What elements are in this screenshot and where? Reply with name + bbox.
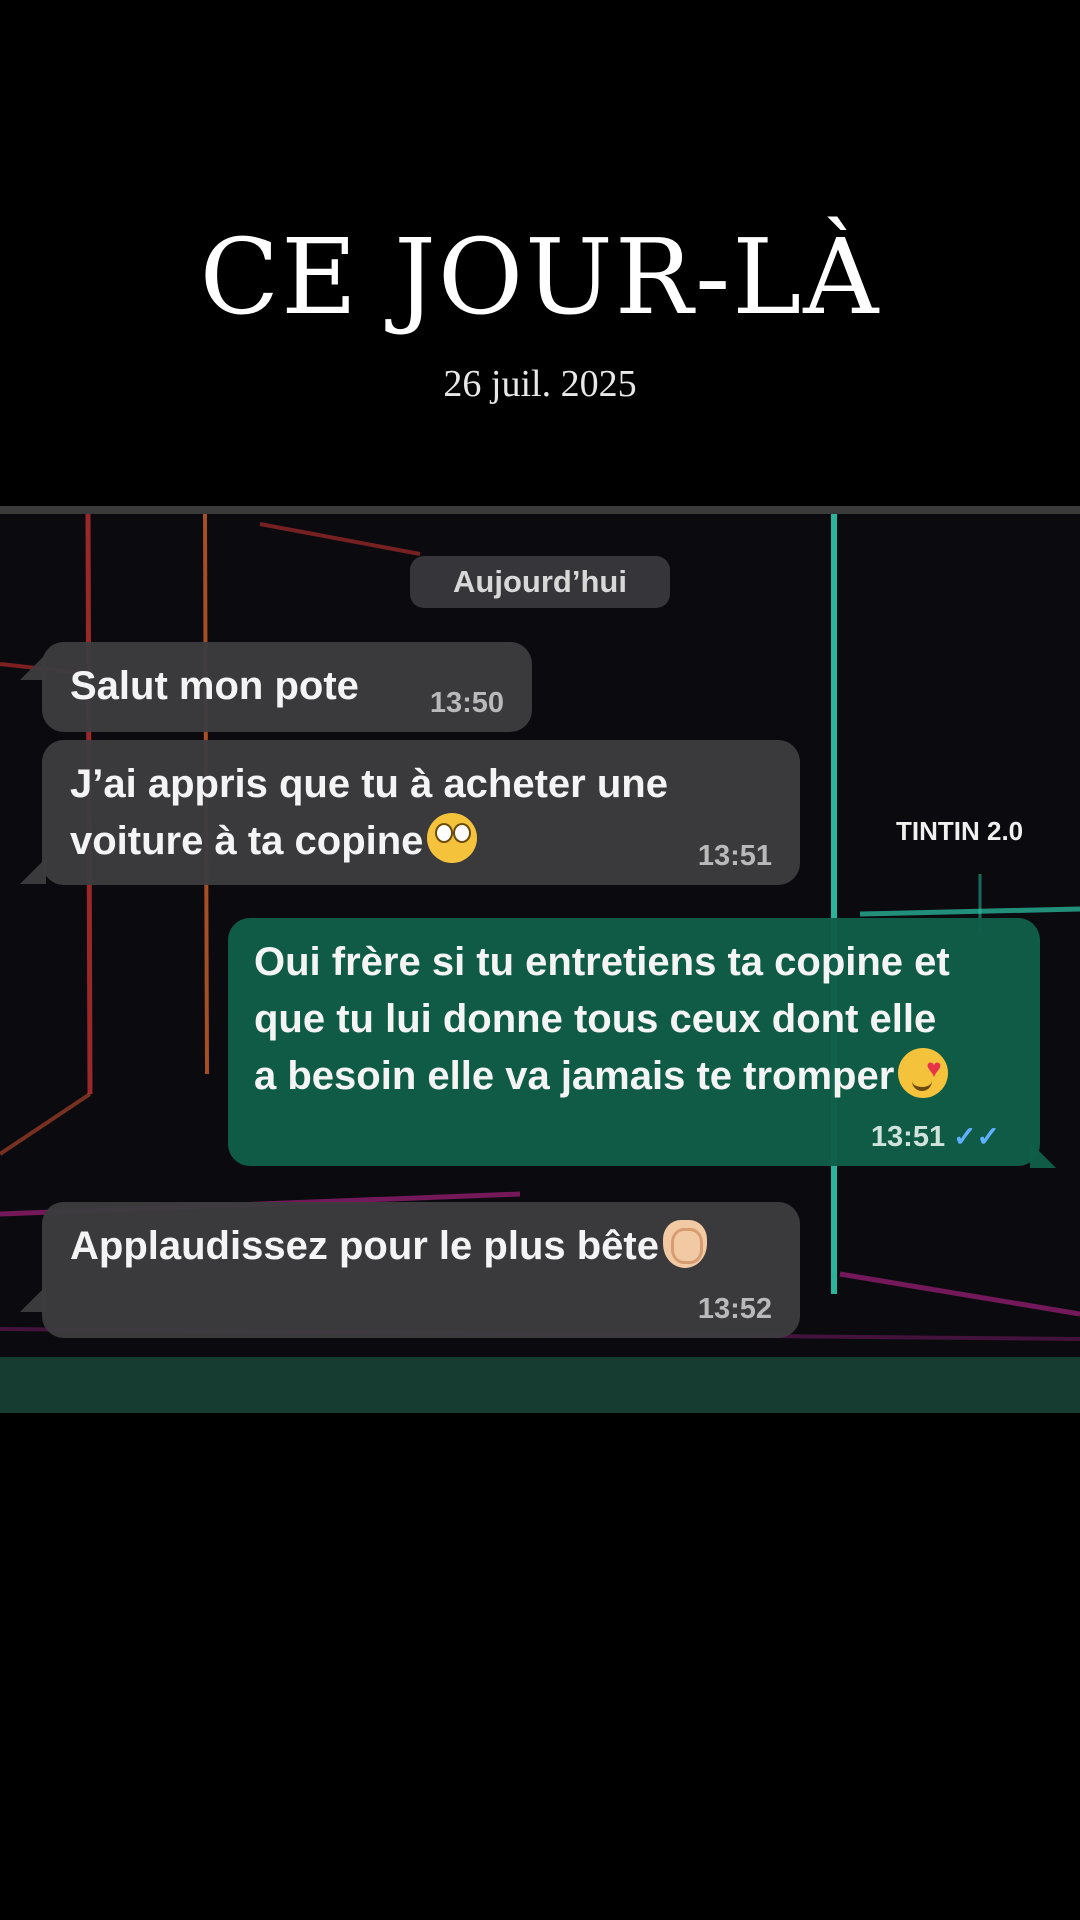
message-text: Salut mon pote: [70, 664, 359, 708]
message-status: 13:51 ✓✓: [871, 1123, 1000, 1152]
watermark: TINTIN 2.0: [896, 816, 1024, 846]
clapping-hands-icon: [662, 1220, 707, 1268]
message-time: 13:51: [870, 1121, 946, 1153]
chat-input-bar: [0, 1357, 1080, 1413]
message-bubble-incoming[interactable]: Salut mon pote 13:50: [42, 642, 532, 732]
smiling-face-with-hearts-icon: [898, 1040, 949, 1098]
message-text: J’ai appris que tu à acheter une voiture…: [70, 762, 668, 863]
message-bubble-incoming[interactable]: J’ai appris que tu à acheter une voiture…: [42, 740, 800, 885]
message-time: 13:51: [697, 840, 772, 872]
date-separator: Aujourd’hui: [410, 556, 670, 608]
memory-header: CE JOUR-LÀ 26 juil. 2025: [0, 0, 1080, 500]
face-with-rolling-eyes-icon: [427, 813, 478, 863]
memory-title: CE JOUR-LÀ: [199, 216, 881, 338]
chat-screenshot: Aujourd’hui TINTIN 2.0 Salut mon pote 13…: [0, 506, 1080, 1413]
message-text: Applaudissez pour le plus bête: [70, 1224, 659, 1268]
double-check-icon: ✓✓: [953, 1121, 1000, 1152]
message-time: 13:50: [429, 687, 504, 719]
message-bubble-incoming[interactable]: Applaudissez pour le plus bête 13:52: [42, 1202, 800, 1338]
memory-date: 26 juil. 2025: [443, 363, 637, 405]
message-time: 13:52: [697, 1293, 772, 1325]
message-text: Oui frère si tu entretiens ta copine et …: [254, 940, 950, 1098]
message-bubble-outgoing[interactable]: Oui frère si tu entretiens ta copine et …: [228, 918, 1040, 1166]
memory-story: CE JOUR-LÀ 26 juil. 2025 Aujourd’hui TIN…: [0, 0, 1080, 1920]
